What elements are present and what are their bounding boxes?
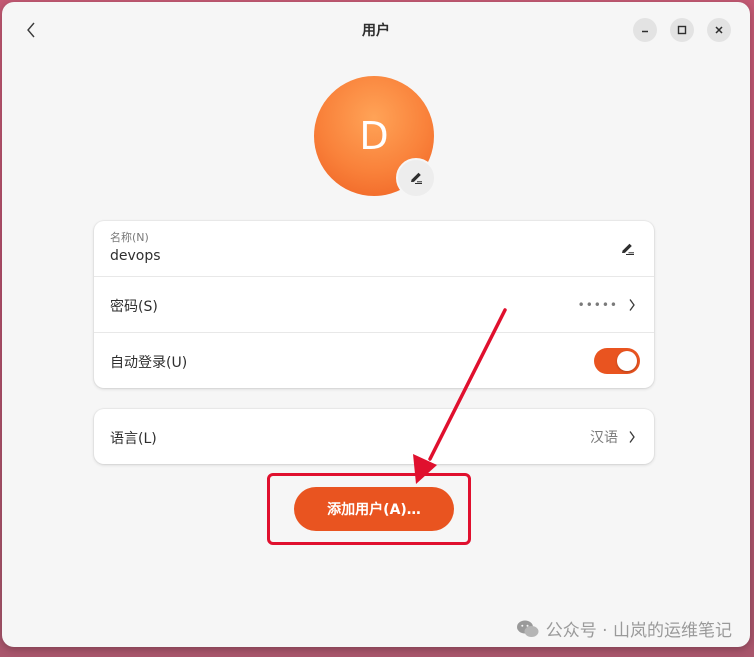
- settings-window: 用户 D 名称(N) devops 密码(S) ••••• 自动登录(U) 语言…: [2, 2, 750, 647]
- wechat-icon: [516, 620, 539, 637]
- annotation-arrow: [413, 308, 507, 484]
- watermark: 公众号 · 山岚的运维笔记: [516, 616, 732, 641]
- watermark-text: 公众号 · 山岚的运维笔记: [545, 621, 732, 641]
